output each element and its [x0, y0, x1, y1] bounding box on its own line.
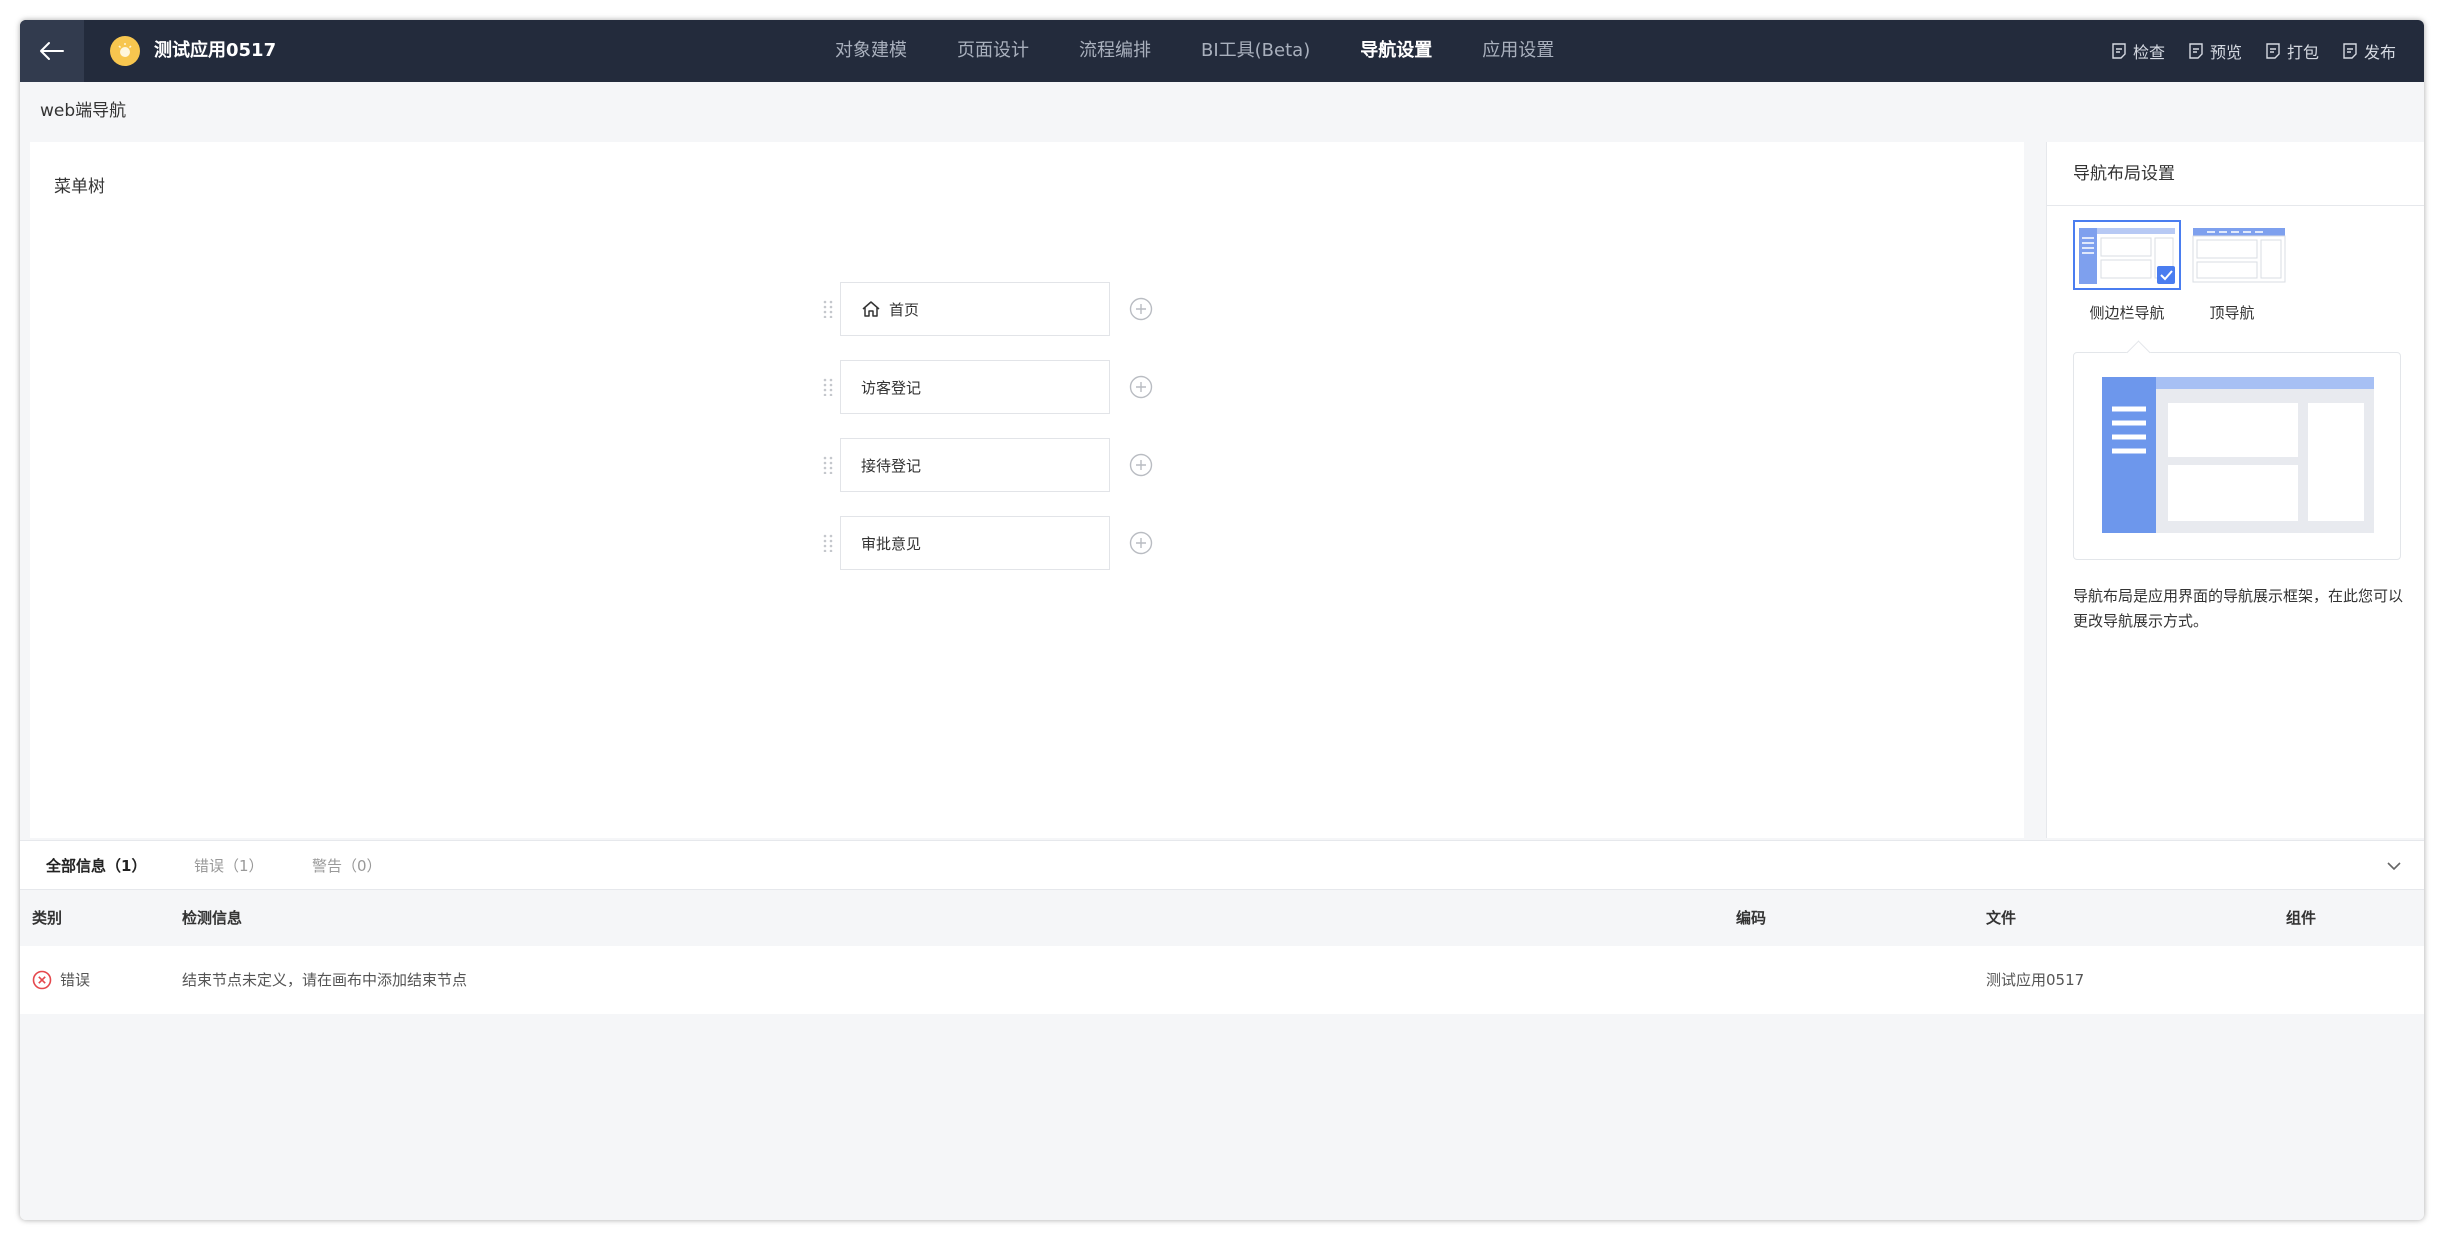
app-name: 测试应用0517: [154, 40, 277, 61]
tab-navigation-settings[interactable]: 导航设置: [1360, 20, 1432, 82]
layout-option-top[interactable]: 顶导航: [2187, 220, 2295, 323]
column-type: 类别: [32, 909, 63, 927]
nav-tabs: 对象建模 页面设计 流程编排 BI工具(Beta) 导航设置 应用设置: [835, 20, 1604, 82]
drag-handle-icon[interactable]: [816, 438, 840, 492]
preview-label: 预览: [2209, 43, 2242, 62]
console-tab-all[interactable]: 全部信息（1）: [46, 841, 146, 891]
console-tabs: 全部信息（1） 错误（1） 警告（0）: [20, 840, 2424, 890]
package-button[interactable]: 打包: [2264, 39, 2319, 63]
package-label: 打包: [2286, 43, 2319, 62]
sidebar-layout-label: 侧边栏导航: [2089, 304, 2165, 322]
menu-item-home[interactable]: 首页: [840, 282, 1110, 336]
page-title: web端导航: [40, 101, 127, 121]
issue-message: 结束节点未定义，请在画布中添加结束节点: [182, 971, 468, 989]
column-message: 检测信息: [182, 909, 243, 927]
sun-icon: [118, 43, 132, 57]
sidebar-layout-thumbnail: [2073, 220, 2181, 290]
menu-item-label: 首页: [889, 300, 920, 319]
publish-label: 发布: [2363, 43, 2396, 62]
add-submenu-button[interactable]: [1128, 296, 1154, 322]
drag-handle-icon[interactable]: [816, 516, 840, 570]
error-circle-icon: [32, 970, 52, 990]
layout-settings-title: 导航布局设置: [2047, 142, 2424, 206]
layout-preview-illustration: [2102, 377, 2374, 533]
console-panel: 全部信息（1） 错误（1） 警告（0） 类别 检测信息 编码 文件 组件 错误 …: [20, 840, 2424, 1220]
plus-circle-icon: [1129, 453, 1153, 477]
issues-table-header: 类别 检测信息 编码 文件 组件: [20, 890, 2424, 946]
preview-doc-icon: [2189, 43, 2203, 59]
tab-object-modeling[interactable]: 对象建模: [835, 20, 907, 82]
menu-item-row: 访客登记: [816, 360, 1154, 414]
layout-preview: [2073, 352, 2401, 560]
tab-bi-tools[interactable]: BI工具(Beta): [1201, 20, 1310, 82]
console-tab-errors[interactable]: 错误（1）: [194, 841, 264, 891]
tab-app-settings[interactable]: 应用设置: [1482, 20, 1554, 82]
plus-circle-icon: [1129, 297, 1153, 321]
back-button[interactable]: [20, 20, 84, 82]
add-submenu-button[interactable]: [1128, 530, 1154, 556]
collapse-console-button[interactable]: [2384, 856, 2404, 876]
package-doc-icon: [2266, 43, 2280, 59]
issue-type: 错误: [32, 946, 90, 1014]
top-layout-label: 顶导航: [2209, 304, 2255, 322]
menu-item-label: 审批意见: [861, 534, 922, 553]
plus-circle-icon: [1129, 531, 1153, 555]
menu-item-approval-comments[interactable]: 审批意见: [840, 516, 1110, 570]
menu-item-row: 首页: [816, 282, 1154, 336]
issue-file[interactable]: 测试应用0517: [1986, 946, 2084, 1014]
check-label: 检查: [2132, 43, 2165, 62]
tab-page-design[interactable]: 页面设计: [957, 20, 1029, 82]
top-bar: 测试应用0517 对象建模 页面设计 流程编排 BI工具(Beta) 导航设置 …: [20, 20, 2424, 82]
chevron-down-icon: [2387, 862, 2401, 871]
arrow-left-icon: [40, 42, 64, 60]
drag-handle-icon[interactable]: [816, 360, 840, 414]
check-doc-icon: [2112, 43, 2126, 59]
publish-button[interactable]: 发布: [2341, 39, 2396, 63]
menu-item-reception-registration[interactable]: 接待登记: [840, 438, 1110, 492]
top-layout-thumbnail: [2187, 220, 2295, 290]
menu-item-label: 接待登记: [861, 456, 922, 475]
sub-header: web端导航: [20, 82, 2424, 140]
layout-option-sidebar[interactable]: 侧边栏导航: [2073, 220, 2181, 323]
top-actions: 检查 预览 打包 发布: [2088, 20, 2396, 82]
publish-doc-icon: [2343, 43, 2357, 59]
app-logo: [110, 36, 140, 66]
check-button[interactable]: 检查: [2110, 39, 2165, 63]
menu-item-row: 审批意见: [816, 516, 1154, 570]
menu-item-visitor-registration[interactable]: 访客登记: [840, 360, 1110, 414]
column-code: 编码: [1736, 909, 1767, 927]
menu-item-row: 接待登记: [816, 438, 1154, 492]
drag-handle-icon[interactable]: [816, 282, 840, 336]
menu-tree-title: 菜单树: [54, 177, 105, 197]
add-submenu-button[interactable]: [1128, 452, 1154, 478]
home-icon: [862, 301, 880, 317]
layout-settings-panel: 导航布局设置 侧边栏导航 顶导航 导航布局是应用界面的导航展示框架，在此您可以更…: [2046, 142, 2424, 838]
console-tab-warnings[interactable]: 警告（0）: [312, 841, 382, 891]
preview-button[interactable]: 预览: [2187, 39, 2242, 63]
column-file: 文件: [1986, 909, 2017, 927]
plus-circle-icon: [1129, 375, 1153, 399]
issue-type-label: 错误: [60, 971, 91, 989]
column-component: 组件: [2286, 909, 2317, 927]
add-submenu-button[interactable]: [1128, 374, 1154, 400]
tab-flow-orchestration[interactable]: 流程编排: [1079, 20, 1151, 82]
menu-tree-panel: 菜单树 首页 访客登记 接待登记 审批意见: [30, 142, 2024, 838]
table-row[interactable]: 错误 结束节点未定义，请在画布中添加结束节点 测试应用0517: [20, 946, 2424, 1014]
app-window: 测试应用0517 对象建模 页面设计 流程编排 BI工具(Beta) 导航设置 …: [20, 20, 2424, 1220]
layout-description: 导航布局是应用界面的导航展示框架，在此您可以更改导航展示方式。: [2073, 587, 2404, 630]
menu-item-label: 访客登记: [861, 378, 922, 397]
